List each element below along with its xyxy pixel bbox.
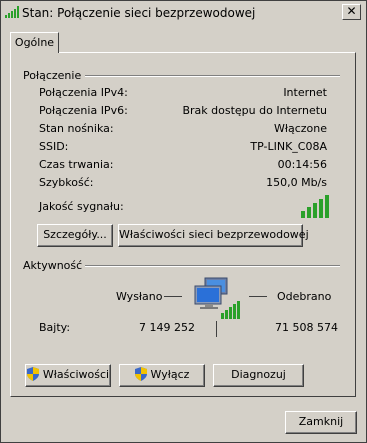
wireless-properties-button-label: Właściwości sieci bezprzewodowej <box>119 228 309 241</box>
activity-separator <box>85 265 340 267</box>
tab-general[interactable]: Ogólne <box>10 32 59 53</box>
ipv6-value: Brak dostępu do Internetu <box>182 104 327 117</box>
ipv4-value: Internet <box>283 86 327 99</box>
duration-value: 00:14:56 <box>277 158 327 171</box>
connection-heading: Połączenie <box>23 69 82 82</box>
ipv4-label: Połączenia IPv4: <box>39 86 128 99</box>
close-button-label: Zamknij <box>298 415 344 428</box>
received-connector-line <box>249 296 267 297</box>
connection-separator <box>85 75 340 77</box>
media-state-label: Stan nośnika: <box>39 122 114 135</box>
title-bar[interactable]: Stan: Połączenie sieci bezprzewodowej ✕ <box>1 1 366 25</box>
activity-heading: Aktywność <box>23 259 83 272</box>
sent-label: Wysłano <box>116 290 163 303</box>
properties-button-label: Właściwości <box>42 368 110 381</box>
received-label: Odebrano <box>277 290 332 303</box>
network-computers-icon <box>194 277 240 319</box>
speed-value: 150,0 Mb/s <box>266 176 327 189</box>
details-button-label: Szczegóły... <box>43 228 107 241</box>
diagnose-button-label: Diagnozuj <box>231 368 286 381</box>
details-button[interactable]: Szczegóły... <box>37 224 113 247</box>
ssid-value: TP-LINK_C08A <box>250 140 327 153</box>
sent-connector-line <box>164 296 182 297</box>
wireless-signal-icon <box>5 6 19 18</box>
bytes-sent-value: 7 149 252 <box>139 321 195 334</box>
disable-button-label: Wyłącz <box>150 368 190 381</box>
ipv6-label: Połączenia IPv6: <box>39 104 128 117</box>
properties-button[interactable]: Właściwości <box>25 364 111 387</box>
uac-shield-icon <box>134 367 147 381</box>
media-state-value: Włączone <box>273 122 327 135</box>
bytes-label: Bajty: <box>39 321 71 334</box>
window-title: Stan: Połączenie sieci bezprzewodowej <box>22 6 256 20</box>
signal-quality-label: Jakość sygnału: <box>39 200 124 213</box>
status-dialog: Stan: Połączenie sieci bezprzewodowej ✕ … <box>0 0 367 443</box>
activity-divider <box>216 321 217 337</box>
wireless-properties-button[interactable]: Właściwości sieci bezprzewodowej <box>118 224 309 247</box>
close-icon[interactable]: ✕ <box>342 4 361 20</box>
speed-label: Szybkość: <box>39 176 94 189</box>
duration-label: Czas trwania: <box>39 158 114 171</box>
diagnose-button[interactable]: Diagnozuj <box>213 364 304 387</box>
bytes-received-value: 71 508 574 <box>275 321 338 334</box>
close-button[interactable]: Zamknij <box>285 411 357 434</box>
ssid-label: SSID: <box>39 140 69 153</box>
signal-quality-bars-icon <box>301 195 329 218</box>
uac-shield-icon <box>26 367 39 381</box>
disable-button[interactable]: Wyłącz <box>119 364 205 387</box>
